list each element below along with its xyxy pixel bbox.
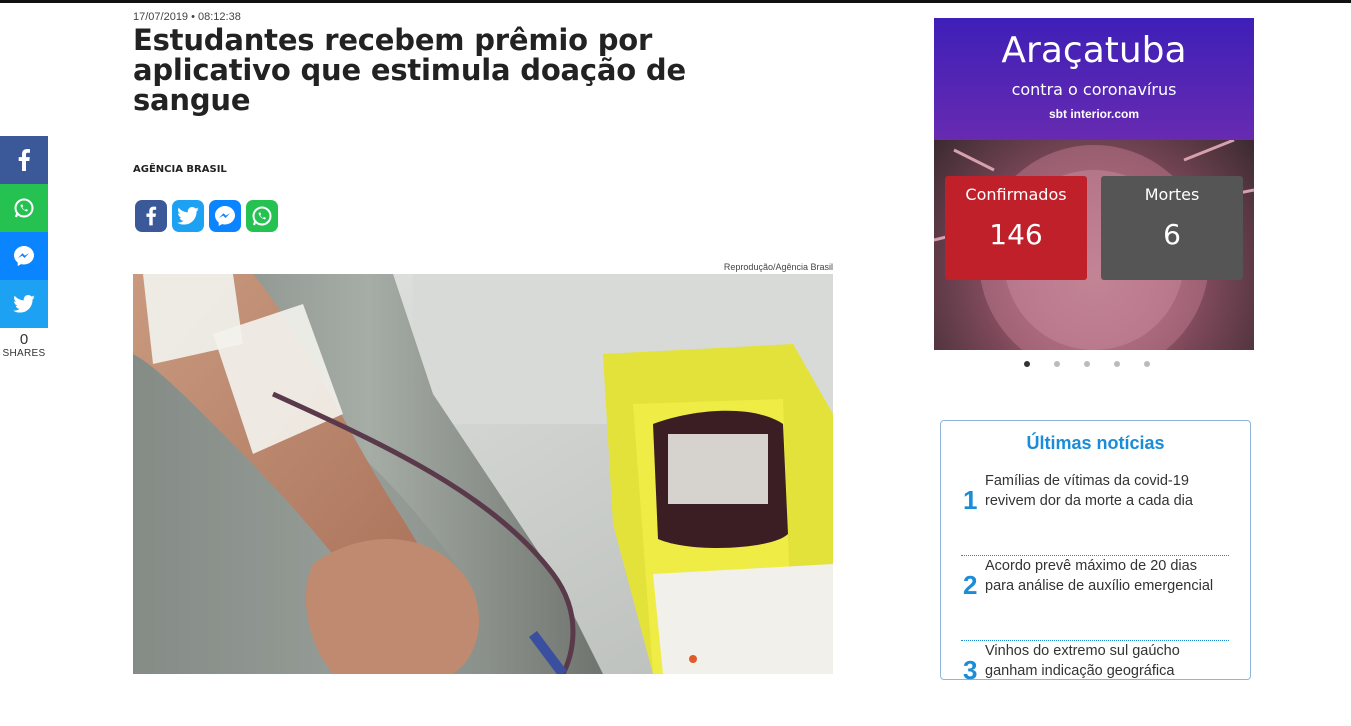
article-date: 17/07/2019 • 08:12:38: [133, 11, 241, 23]
news-number: 2: [963, 570, 978, 600]
top-bar: [0, 0, 1351, 3]
banner-subtitle: contra o coronavírus: [1011, 80, 1177, 99]
article-author[interactable]: AGÊNCIA BRASIL: [133, 164, 227, 175]
messenger-icon: [215, 206, 235, 226]
twitter-icon: [177, 207, 199, 225]
share-whatsapp-button[interactable]: [246, 200, 278, 232]
floating-share-rail: 0 SHARES: [0, 136, 48, 359]
news-item[interactable]: 1 Famílias de vítimas da covid-19 revive…: [961, 471, 1229, 556]
article: 17/07/2019 • 08:12:38 Estudantes recebem…: [133, 10, 833, 674]
share-count-label: SHARES: [2, 348, 46, 359]
news-headline[interactable]: Vinhos do extremo sul gaúcho ganham indi…: [985, 641, 1229, 681]
whatsapp-icon: [14, 198, 34, 218]
twitter-icon: [13, 295, 35, 313]
latest-news: Últimas notícias 1 Famílias de vítimas d…: [940, 420, 1251, 685]
deaths-stat: Mortes 6: [1101, 176, 1243, 280]
news-headline[interactable]: Famílias de vítimas da covid-19 revivem …: [985, 471, 1229, 511]
latest-news-title: Últimas notícias: [1026, 433, 1165, 453]
news-item[interactable]: 3 Vinhos do extremo sul gaúcho ganham in…: [961, 641, 1229, 726]
banner-logo: sbt interior.com: [1048, 107, 1140, 121]
banner-city: Araçatuba: [1001, 30, 1187, 71]
share-count: 0: [19, 331, 29, 348]
messenger-icon: [14, 246, 34, 266]
carousel-dot[interactable]: [1144, 361, 1150, 367]
news-headline[interactable]: Acordo prevê máximo de 20 dias para anál…: [985, 556, 1229, 596]
news-number: 1: [963, 485, 978, 515]
covid-banner[interactable]: Araçatuba contra o coronavírus sbt inter…: [934, 18, 1254, 350]
deaths-value: 6: [1163, 218, 1181, 251]
facebook-icon: [146, 206, 157, 226]
article-headline: Estudantes recebem prêmio por aplicativo…: [133, 23, 686, 117]
carousel-dot[interactable]: [1024, 361, 1030, 367]
confirmed-label: Confirmados: [965, 185, 1067, 204]
share-messenger-button[interactable]: [209, 200, 241, 232]
rail-messenger-button[interactable]: [0, 232, 48, 280]
rail-facebook-button[interactable]: [0, 136, 48, 184]
carousel-dot[interactable]: [1084, 361, 1090, 367]
blood-donation-illustration: [133, 274, 833, 674]
deaths-label: Mortes: [1144, 185, 1200, 204]
whatsapp-icon: [252, 206, 272, 226]
photo-credit: Reprodução/Agência Brasil: [723, 262, 833, 272]
confirmed-stat: Confirmados 146: [945, 176, 1087, 280]
rail-twitter-button[interactable]: [0, 280, 48, 328]
news-item[interactable]: 2 Acordo prevê máximo de 20 dias para an…: [961, 556, 1229, 641]
confirmed-value: 146: [989, 218, 1043, 251]
carousel-dot[interactable]: [1114, 361, 1120, 367]
carousel-dot[interactable]: [1054, 361, 1060, 367]
facebook-icon: [18, 149, 30, 171]
carousel-dots: [1024, 361, 1150, 367]
rail-whatsapp-button[interactable]: [0, 184, 48, 232]
share-facebook-button[interactable]: [135, 200, 167, 232]
share-twitter-button[interactable]: [172, 200, 204, 232]
article-photo: [133, 274, 833, 674]
share-buttons: [135, 200, 278, 232]
